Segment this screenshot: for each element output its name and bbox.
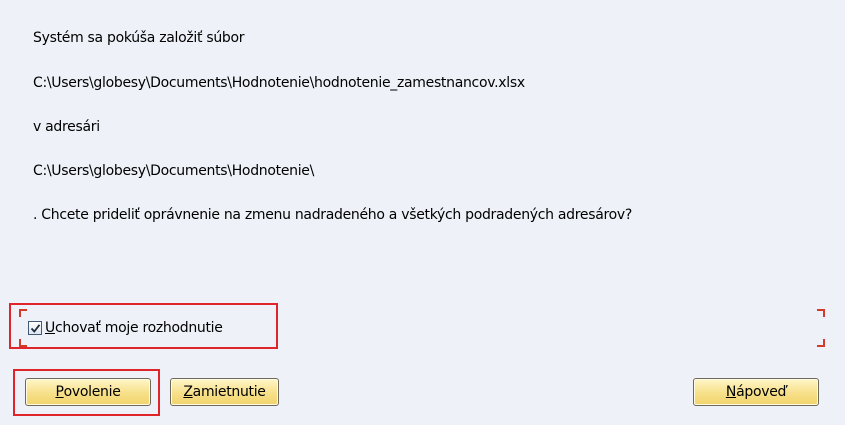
focus-corner-top-right — [817, 309, 825, 317]
checkmark-icon — [30, 323, 40, 333]
focus-corner-bottom-right — [817, 339, 825, 347]
allow-button[interactable]: Povolenie — [25, 378, 151, 406]
permission-question: . Chcete prideliť oprávnenie na zmenu na… — [33, 207, 633, 223]
checkbox-box[interactable] — [28, 321, 42, 335]
security-dialog: Systém sa pokúša založiť súbor C:\Users\… — [0, 0, 845, 425]
remember-decision-label: Uchovať moje rozhodnutie — [45, 320, 223, 336]
focus-corner-top-left — [19, 309, 27, 317]
remember-decision-checkbox[interactable]: Uchovať moje rozhodnutie — [28, 317, 223, 339]
message-line-1: Systém sa pokúša založiť súbor — [33, 30, 245, 46]
directory-path: C:\Users\globesy\Documents\Hodnotenie\ — [33, 163, 315, 179]
message-line-3: v adresári — [33, 119, 100, 135]
help-button[interactable]: Nápoveď — [693, 378, 819, 406]
file-path: C:\Users\globesy\Documents\Hodnotenie\ho… — [33, 75, 525, 91]
deny-button[interactable]: Zamietnutie — [170, 378, 279, 406]
focus-corner-bottom-left — [19, 339, 27, 347]
